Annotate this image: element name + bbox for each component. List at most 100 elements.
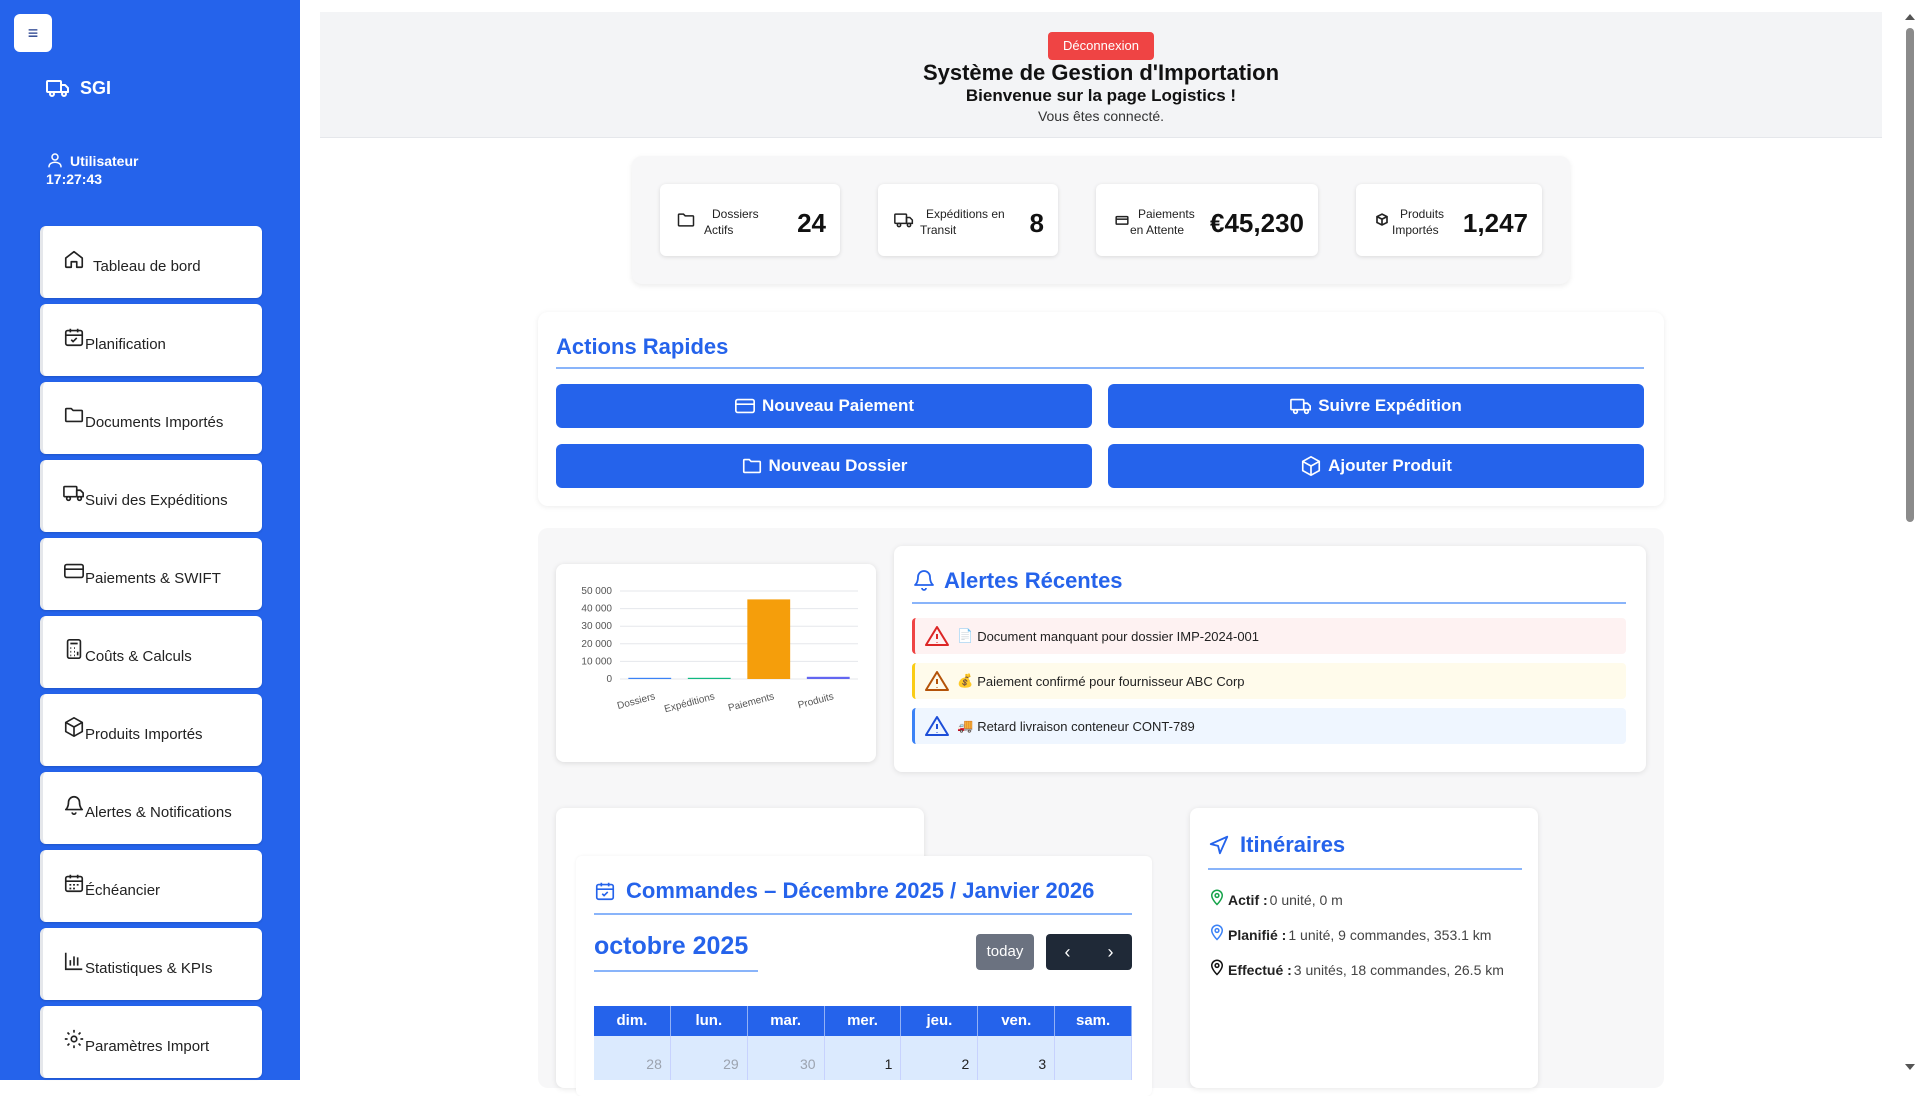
truck-icon (63, 485, 84, 502)
sidebar-item-shipments[interactable]: Suivi des Expéditions (40, 460, 262, 532)
sidebar-item-label: Tableau de bord (93, 258, 201, 275)
calendar-title: Commandes – Décembre 2025 / Janvier 2026 (594, 878, 1094, 904)
brand-name: SGI (80, 77, 112, 98)
itinerary-row-done: Effectué : 3 unités, 18 commandes, 26.5 … (1208, 956, 1504, 978)
money-bag-icon: 💰 (957, 673, 974, 688)
stat-value: €45,230 (1210, 208, 1304, 238)
calendar-day[interactable]: 3 (978, 1036, 1056, 1080)
calendar-day[interactable]: 1 (825, 1036, 902, 1080)
credit-card-icon (1115, 215, 1129, 225)
alert-item[interactable]: 📄 Document manquant pour dossier IMP-202… (912, 618, 1626, 654)
sidebar-item-stats[interactable]: Statistiques & KPIs (40, 928, 262, 1000)
stat-label-line: Paiements (1138, 207, 1195, 221)
track-shipment-button[interactable]: Suivre Expédition (1108, 384, 1644, 428)
calendar-day[interactable]: 28 (594, 1036, 671, 1080)
folder-icon (64, 407, 84, 423)
sidebar-item-planning[interactable]: Planification (40, 304, 262, 376)
user-info: Utilisateur 17:27:43 (46, 150, 138, 188)
home-icon (64, 250, 84, 269)
logout-button[interactable]: Déconnexion (1048, 32, 1154, 60)
user-time: 17:27:43 (46, 171, 103, 187)
warning-icon (925, 671, 949, 691)
scroll-up-arrow-icon[interactable] (1905, 14, 1915, 20)
sidebar-item-settings[interactable]: Paramètres Import (40, 1006, 262, 1078)
itinerary-label: Planifié : (1228, 927, 1287, 943)
bar-expéditions[interactable] (687, 677, 731, 679)
bell-icon (914, 570, 934, 591)
title-divider (594, 913, 1132, 915)
weekday-header: ven. (978, 1006, 1056, 1036)
sidebar-item-dashboard[interactable]: Tableau de bord (40, 226, 262, 298)
calculator-icon (66, 639, 82, 659)
calendar-day[interactable]: 30 (748, 1036, 825, 1080)
bar-chart: 50 000 40 000 30 000 20 000 10 000 0 Dossiers E… (581, 586, 858, 715)
calendar-day[interactable]: 2 (901, 1036, 979, 1080)
itinerary-value: 0 unité, 0 m (1269, 892, 1343, 908)
next-month-button[interactable]: › (1089, 934, 1132, 970)
stat-card-paiements: Paiements en Attente €45,230 (1096, 184, 1318, 256)
sidebar-item-label: Échéancier (85, 882, 161, 899)
sidebar-item-costs[interactable]: Coûts & Calculs (40, 616, 262, 688)
prev-month-button[interactable]: ‹ (1046, 934, 1089, 970)
alert-item[interactable]: 💰 Paiement confirmé pour fournisseur ABC… (912, 663, 1626, 699)
bar-paiements[interactable] (747, 599, 791, 679)
stat-label: Produits Importés (1392, 206, 1444, 238)
bar-dossiers[interactable] (628, 677, 672, 679)
scroll-down-arrow-icon[interactable] (1905, 1064, 1915, 1070)
welcome-message: Bienvenue sur la page Logistics ! (965, 86, 1237, 105)
stat-card-dossiers: Dossiers Actifs 24 (660, 184, 840, 256)
itinerary-value: 1 unité, 9 commandes, 353.1 km (1288, 927, 1492, 943)
new-folder-button[interactable]: Nouveau Dossier (556, 444, 1092, 488)
stat-label: Paiements en Attente (1130, 206, 1195, 238)
folder-icon (742, 458, 761, 474)
calendar-day[interactable]: 29 (671, 1036, 748, 1080)
sidebar-item-documents[interactable]: Documents Importés (40, 382, 262, 454)
map-pin-icon (1210, 924, 1224, 941)
alert-text: Document manquant pour dossier IMP-2024-… (977, 628, 1260, 644)
truck-icon (46, 80, 69, 97)
sidebar-item-label: Produits Importés (85, 726, 203, 743)
sidebar-item-payments[interactable]: Paiements & SWIFT (40, 538, 262, 610)
month-divider (594, 970, 758, 972)
itinerary-label: Effectué : (1228, 962, 1292, 978)
quick-actions-panel: Actions Rapides Nouveau Paiement Suivre … (538, 312, 1664, 506)
alert-item[interactable]: 🚚 Retard livraison conteneur CONT-789 (912, 708, 1626, 744)
alerts-card: Alertes Récentes 📄 Document manquant pou… (894, 546, 1646, 772)
user-icon (48, 153, 62, 168)
sidebar-item-products[interactable]: Produits Importés (40, 694, 262, 766)
new-payment-button[interactable]: Nouveau Paiement (556, 384, 1092, 428)
map-pin-icon (1210, 889, 1224, 906)
calendar-weekdays: dim. lun. mar. mer. jeu. ven. sam. (594, 1006, 1133, 1036)
weekday-header: sam. (1055, 1006, 1133, 1036)
weekday-header: lun. (671, 1006, 748, 1036)
folder-icon (677, 213, 695, 227)
stat-value: 8 (1029, 208, 1044, 238)
sidebar-item-schedule[interactable]: Échéancier (40, 850, 262, 922)
weekday-header: mar. (748, 1006, 825, 1036)
title-divider (1208, 868, 1522, 870)
alert-text: Retard livraison conteneur CONT-789 (977, 718, 1195, 734)
menu-toggle-button[interactable]: ≡ (14, 14, 52, 52)
add-product-button[interactable]: Ajouter Produit (1108, 444, 1644, 488)
map-pin-icon (1210, 959, 1224, 976)
sidebar-item-label: Alertes & Notifications (85, 804, 232, 821)
truck-icon (894, 213, 914, 228)
stats-panel: Dossiers Actifs 24 Expéditions en Transi… (632, 156, 1570, 284)
itinerary-row-planned: Planifié : 1 unité, 9 commandes, 353.1 k… (1208, 921, 1491, 943)
brand: SGI (46, 76, 111, 100)
navigation-arrow-icon (1209, 835, 1229, 855)
sidebar-item-label: Suivi des Expéditions (85, 492, 228, 509)
today-button[interactable]: today (976, 934, 1034, 970)
sidebar-item-alerts[interactable]: Alertes & Notifications (40, 772, 262, 844)
stat-card-produits: Produits Importés 1,247 (1356, 184, 1542, 256)
user-name: Utilisateur (70, 153, 139, 169)
calendar-day[interactable] (1055, 1036, 1133, 1080)
scrollbar-thumb[interactable] (1906, 28, 1914, 522)
y-tick-label: 10 000 (581, 656, 612, 667)
stat-label: Expéditions en Transit (920, 206, 1005, 238)
x-tick-label: Dossiers (616, 691, 656, 712)
bar-produits[interactable] (806, 676, 850, 679)
calendar-month: octobre 2025 (594, 932, 749, 960)
sidebar-item-label: Paramètres Import (85, 1038, 210, 1055)
y-tick-label: 30 000 (581, 621, 612, 632)
